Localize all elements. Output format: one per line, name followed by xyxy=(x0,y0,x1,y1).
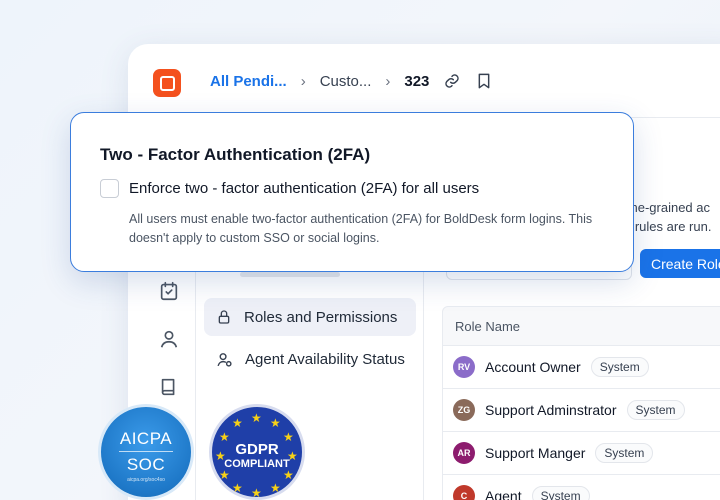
badge-divider xyxy=(119,451,173,452)
table-row[interactable]: ZG Support Adminstrator System xyxy=(442,389,720,432)
user-icon[interactable] xyxy=(158,328,180,350)
tfa-title: Two - Factor Authentication (2FA) xyxy=(100,145,371,164)
lock-icon xyxy=(218,310,230,324)
system-tag: System xyxy=(531,486,590,500)
eu-star-icon: ★ xyxy=(232,481,243,495)
aicpa-url: aicpa.org/soc4so xyxy=(127,477,165,483)
tfa-note: All users must enable two-factor authent… xyxy=(129,212,593,245)
gdpr-compliant-label: COMPLIANT xyxy=(224,458,290,470)
book-icon[interactable] xyxy=(158,376,180,398)
breadcrumb-current: 323 xyxy=(404,72,430,90)
eu-star-icon: ★ xyxy=(219,468,230,482)
roles-description: fine-grained ac n rules are run. xyxy=(624,198,720,236)
create-role-button[interactable]: Create Role xyxy=(640,249,720,278)
avatar: C xyxy=(453,485,475,500)
gdpr-label: GDPR xyxy=(235,441,279,458)
calendar-check-icon[interactable] xyxy=(158,280,180,302)
user-status-icon xyxy=(217,352,232,367)
table-row[interactable]: C Agent System xyxy=(442,475,720,500)
menu-item-label: Agent Availability Status xyxy=(245,350,405,368)
eu-star-icon: ★ xyxy=(270,481,281,495)
soc-label: SOC xyxy=(126,455,166,474)
aicpa-label: AICPA xyxy=(119,429,173,448)
system-tag: System xyxy=(595,443,654,463)
link-icon[interactable] xyxy=(443,72,461,90)
eu-star-icon: ★ xyxy=(232,416,243,430)
description-line: n rules are run. xyxy=(624,219,712,234)
role-name[interactable]: Support Adminstrator xyxy=(485,402,617,418)
enforce-2fa-checkbox[interactable] xyxy=(100,179,119,198)
enforce-2fa-label[interactable]: Enforce two - factor authentication (2FA… xyxy=(129,180,479,197)
description-line: fine-grained ac xyxy=(624,200,710,215)
two-factor-auth-card: Two - Factor Authentication (2FA) Enforc… xyxy=(70,112,634,272)
table-header-role-name[interactable]: Role Name xyxy=(442,306,720,346)
eu-star-icon: ★ xyxy=(270,416,281,430)
menu-item-agent-availability-status[interactable]: Agent Availability Status xyxy=(204,340,416,378)
table-row[interactable]: AR Support Manger System xyxy=(442,432,720,475)
role-name[interactable]: Support Manger xyxy=(485,445,585,461)
system-tag: System xyxy=(626,400,685,420)
breadcrumb-middle[interactable]: Custo... xyxy=(320,73,372,90)
breadcrumb: All Pendi... › Custo... › 323 xyxy=(210,72,493,90)
chevron-right-icon: › xyxy=(300,72,306,90)
bolddesk-logo[interactable] xyxy=(153,69,181,97)
chevron-right-icon: › xyxy=(385,72,391,90)
bookmark-icon[interactable] xyxy=(475,72,493,90)
table-row[interactable]: RV Account Owner System xyxy=(442,346,720,389)
role-name[interactable]: Account Owner xyxy=(485,359,581,375)
loading-skeleton xyxy=(240,272,340,277)
menu-item-roles-and-permissions[interactable]: Roles and Permissions xyxy=(204,298,416,336)
role-name[interactable]: Agent xyxy=(485,488,522,500)
avatar: AR xyxy=(453,442,475,464)
breadcrumb-root-link[interactable]: All Pendi... xyxy=(210,73,287,90)
eu-star-icon: ★ xyxy=(283,468,294,482)
avatar: ZG xyxy=(453,399,475,421)
system-tag: System xyxy=(590,357,649,377)
eu-star-icon: ★ xyxy=(251,486,262,500)
gdpr-compliant-badge: ★ ★ ★ ★ ★ ★ ★ ★ ★ ★ ★ ★ GDPR COMPLIANT xyxy=(209,404,305,500)
aicpa-soc-badge: AICPA SOC aicpa.org/soc4so xyxy=(98,404,194,500)
eu-star-icon: ★ xyxy=(251,411,262,425)
roles-table: Role Name RV Account Owner System ZG Sup… xyxy=(442,306,720,500)
avatar: RV xyxy=(453,356,475,378)
menu-item-label: Roles and Permissions xyxy=(244,308,398,326)
top-bar: All Pendi... › Custo... › 323 xyxy=(128,44,720,118)
